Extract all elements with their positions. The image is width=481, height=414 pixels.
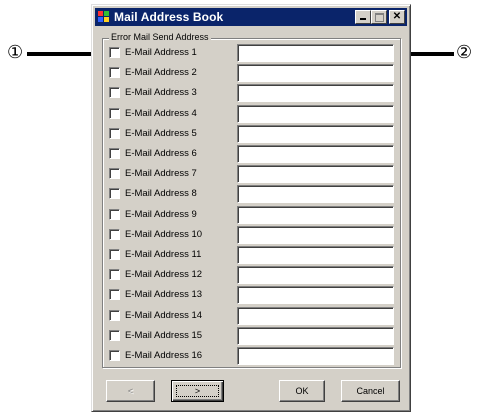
group-legend: Error Mail Send Address: [109, 32, 211, 42]
address-row: E-Mail Address 14: [109, 307, 409, 325]
email-address-field[interactable]: [237, 145, 394, 163]
ok-button[interactable]: OK: [279, 380, 325, 402]
ok-button-label: OK: [295, 386, 309, 396]
address-row: E-Mail Address 4: [109, 105, 409, 123]
email-address-field[interactable]: [237, 307, 394, 325]
address-label: E-Mail Address 2: [125, 67, 197, 78]
address-label: E-Mail Address 1: [125, 47, 197, 58]
address-row: E-Mail Address 1: [109, 44, 409, 62]
address-row: E-Mail Address 12: [109, 266, 409, 284]
email-address-field[interactable]: [237, 125, 394, 143]
email-address-field[interactable]: [237, 226, 394, 244]
maximize-button[interactable]: [371, 10, 387, 24]
email-address-field[interactable]: [237, 206, 394, 224]
email-address-field[interactable]: [237, 327, 394, 345]
email-address-field[interactable]: [237, 347, 394, 365]
close-icon: ✕: [392, 11, 402, 22]
address-label: E-Mail Address 4: [125, 108, 197, 119]
address-row: E-Mail Address 8: [109, 185, 409, 203]
address-label: E-Mail Address 12: [125, 269, 203, 280]
email-address-field[interactable]: [237, 185, 394, 203]
email-address-field[interactable]: [237, 246, 394, 264]
address-checkbox[interactable]: [109, 289, 120, 300]
minimize-icon: [360, 18, 366, 20]
email-address-field[interactable]: [237, 44, 394, 62]
address-label: E-Mail Address 14: [125, 310, 203, 321]
email-address-field[interactable]: [237, 84, 394, 102]
callout-1-number: ①: [7, 42, 24, 63]
email-address-field[interactable]: [237, 286, 394, 304]
address-label: E-Mail Address 7: [125, 168, 197, 179]
address-row: E-Mail Address 6: [109, 145, 409, 163]
address-label: E-Mail Address 16: [125, 350, 203, 361]
address-label: E-Mail Address 13: [125, 289, 203, 300]
address-checkbox[interactable]: [109, 128, 120, 139]
minimize-button[interactable]: [355, 10, 371, 24]
address-checkbox[interactable]: [109, 148, 120, 159]
address-label: E-Mail Address 9: [125, 209, 197, 220]
address-label: E-Mail Address 10: [125, 229, 203, 240]
prev-button[interactable]: <: [106, 380, 155, 402]
title-bar-controls: ✕: [355, 10, 405, 24]
address-checkbox[interactable]: [109, 209, 120, 220]
address-label: E-Mail Address 5: [125, 128, 197, 139]
address-row: E-Mail Address 3: [109, 84, 409, 102]
address-checkbox[interactable]: [109, 188, 120, 199]
close-button[interactable]: ✕: [389, 10, 405, 24]
address-row: E-Mail Address 5: [109, 125, 409, 143]
title-bar[interactable]: Mail Address Book ✕: [95, 8, 407, 26]
window-title: Mail Address Book: [114, 10, 224, 24]
address-checkbox[interactable]: [109, 67, 120, 78]
focus-rectangle: [176, 385, 219, 397]
address-checkbox[interactable]: [109, 350, 120, 361]
address-checkbox[interactable]: [109, 310, 120, 321]
email-address-field[interactable]: [237, 64, 394, 82]
address-row: E-Mail Address 15: [109, 327, 409, 345]
cancel-button[interactable]: Cancel: [341, 380, 400, 402]
address-row: E-Mail Address 10: [109, 226, 409, 244]
address-label: E-Mail Address 15: [125, 330, 203, 341]
address-row: E-Mail Address 2: [109, 64, 409, 82]
address-row: E-Mail Address 13: [109, 286, 409, 304]
callout-2-number: ②: [456, 42, 473, 63]
cancel-button-label: Cancel: [356, 386, 385, 396]
address-row: E-Mail Address 11: [109, 246, 409, 264]
address-label: E-Mail Address 6: [125, 148, 197, 159]
maximize-icon: [375, 13, 384, 22]
address-label: E-Mail Address 8: [125, 188, 197, 199]
next-button[interactable]: >: [171, 380, 224, 402]
address-row: E-Mail Address 16: [109, 347, 409, 365]
address-checkbox[interactable]: [109, 229, 120, 240]
prev-button-label: <: [127, 386, 134, 396]
address-checkbox[interactable]: [109, 269, 120, 280]
address-checkbox[interactable]: [109, 330, 120, 341]
address-checkbox[interactable]: [109, 249, 120, 260]
address-checkbox[interactable]: [109, 87, 120, 98]
address-checkbox[interactable]: [109, 168, 120, 179]
address-checkbox[interactable]: [109, 108, 120, 119]
address-row: E-Mail Address 9: [109, 206, 409, 224]
email-address-field[interactable]: [237, 105, 394, 123]
email-address-field[interactable]: [237, 165, 394, 183]
address-label: E-Mail Address 3: [125, 87, 197, 98]
address-row: E-Mail Address 7: [109, 165, 409, 183]
address-checkbox[interactable]: [109, 47, 120, 58]
address-label: E-Mail Address 11: [125, 249, 202, 260]
app-icon: [98, 11, 110, 23]
email-address-field[interactable]: [237, 266, 394, 284]
